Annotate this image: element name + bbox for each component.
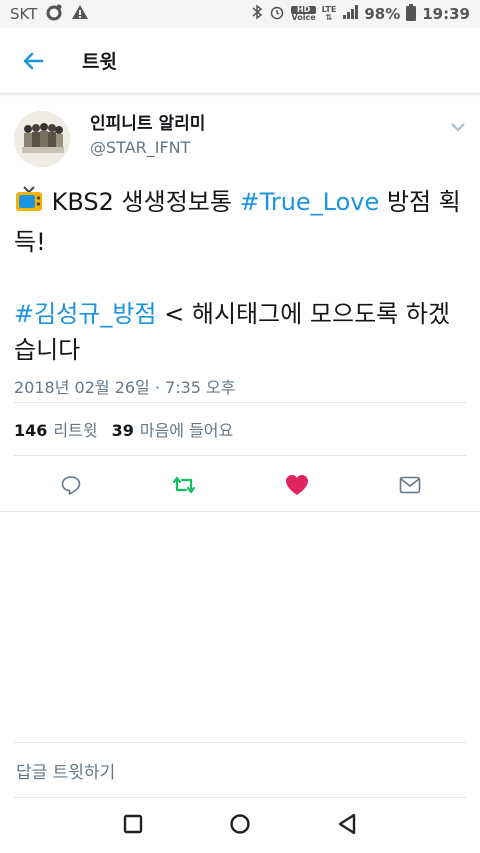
like-stat[interactable]: 39 마음에 들어요 — [112, 417, 234, 441]
direct-message-button[interactable] — [390, 465, 430, 505]
square-icon — [123, 814, 143, 834]
like-label: 마음에 들어요 — [139, 421, 234, 440]
tweet-author: 인피니트 알리미 @STAR_IFNT — [14, 95, 466, 175]
like-button[interactable] — [277, 465, 317, 505]
tweet-line-2: #김성규_방점 < 해시태그에 모으도록 하겠습니다 — [14, 296, 466, 368]
more-options-button[interactable] — [450, 117, 466, 136]
triangle-back-icon — [338, 813, 356, 835]
tweet-detail: 인피니트 알리미 @STAR_IFNT KBS2 생생정보통 #True_Lov… — [0, 95, 480, 514]
heart-icon — [285, 475, 308, 495]
mail-icon — [399, 476, 420, 494]
reply-placeholder: 답글 트윗하기 — [16, 762, 116, 783]
voice-label: Voice — [291, 13, 316, 22]
warning-icon — [71, 4, 89, 24]
sync-icon — [45, 3, 63, 25]
retweet-icon — [172, 476, 195, 494]
hashtag-link[interactable]: #김성규_방점 — [14, 300, 157, 328]
reply-icon — [61, 476, 80, 495]
battery-icon — [406, 3, 417, 25]
hashtag-link[interactable]: #True_Love — [240, 188, 380, 216]
user-handle[interactable]: @STAR_IFNT — [90, 135, 205, 161]
divider — [0, 511, 480, 512]
nav-back-button[interactable] — [337, 813, 357, 839]
reply-button[interactable] — [51, 465, 91, 505]
retweet-count: 146 — [14, 421, 48, 440]
retweet-label: 리트윗 — [53, 421, 98, 440]
bluetooth-icon — [251, 4, 263, 24]
hd-voice-indicator: HD Voice — [291, 6, 316, 22]
reply-input[interactable]: 답글 트윗하기 — [14, 742, 466, 798]
tv-emoji-icon — [14, 184, 44, 224]
tweet-line-1: KBS2 생생정보통 #True_Love 방점 획득! — [14, 184, 466, 260]
chevron-down-icon — [451, 123, 465, 132]
system-nav-bar — [0, 799, 480, 853]
clock: 19:39 — [422, 5, 470, 23]
avatar[interactable] — [14, 111, 70, 167]
recent-apps-button[interactable] — [123, 814, 143, 838]
alarm-icon — [269, 4, 285, 24]
signal-icon — [342, 4, 359, 24]
lte-indicator: LTE ⇅ — [321, 5, 337, 22]
circle-icon — [230, 814, 250, 834]
carrier-label: SKT — [10, 5, 38, 23]
back-button[interactable] — [0, 28, 66, 94]
home-button[interactable] — [229, 813, 251, 839]
battery-percent: 98% — [364, 5, 401, 23]
page-title: 트윗 — [82, 51, 117, 73]
display-name[interactable]: 인피니트 알리미 — [90, 113, 205, 135]
tweet-timestamp[interactable]: 2018년 02월 26일 · 7:35 오후 — [14, 374, 466, 402]
back-arrow-icon — [23, 52, 44, 69]
tweet-actions — [14, 456, 466, 514]
retweet-button[interactable] — [164, 465, 204, 505]
tweet-text: KBS2 생생정보통 #True_Love 방점 획득! #김성규_방점 < 해… — [14, 184, 466, 368]
tweet-text-part: KBS2 생생정보통 — [44, 188, 240, 216]
status-bar: SKT HD Voice LTE ⇅ 98% 19:39 — [0, 0, 480, 28]
app-bar: 트윗 — [0, 28, 480, 94]
like-count: 39 — [111, 421, 134, 440]
tweet-stats: 146 리트윗 39 마음에 들어요 — [14, 403, 466, 455]
retweet-stat[interactable]: 146 리트윗 — [14, 417, 98, 441]
